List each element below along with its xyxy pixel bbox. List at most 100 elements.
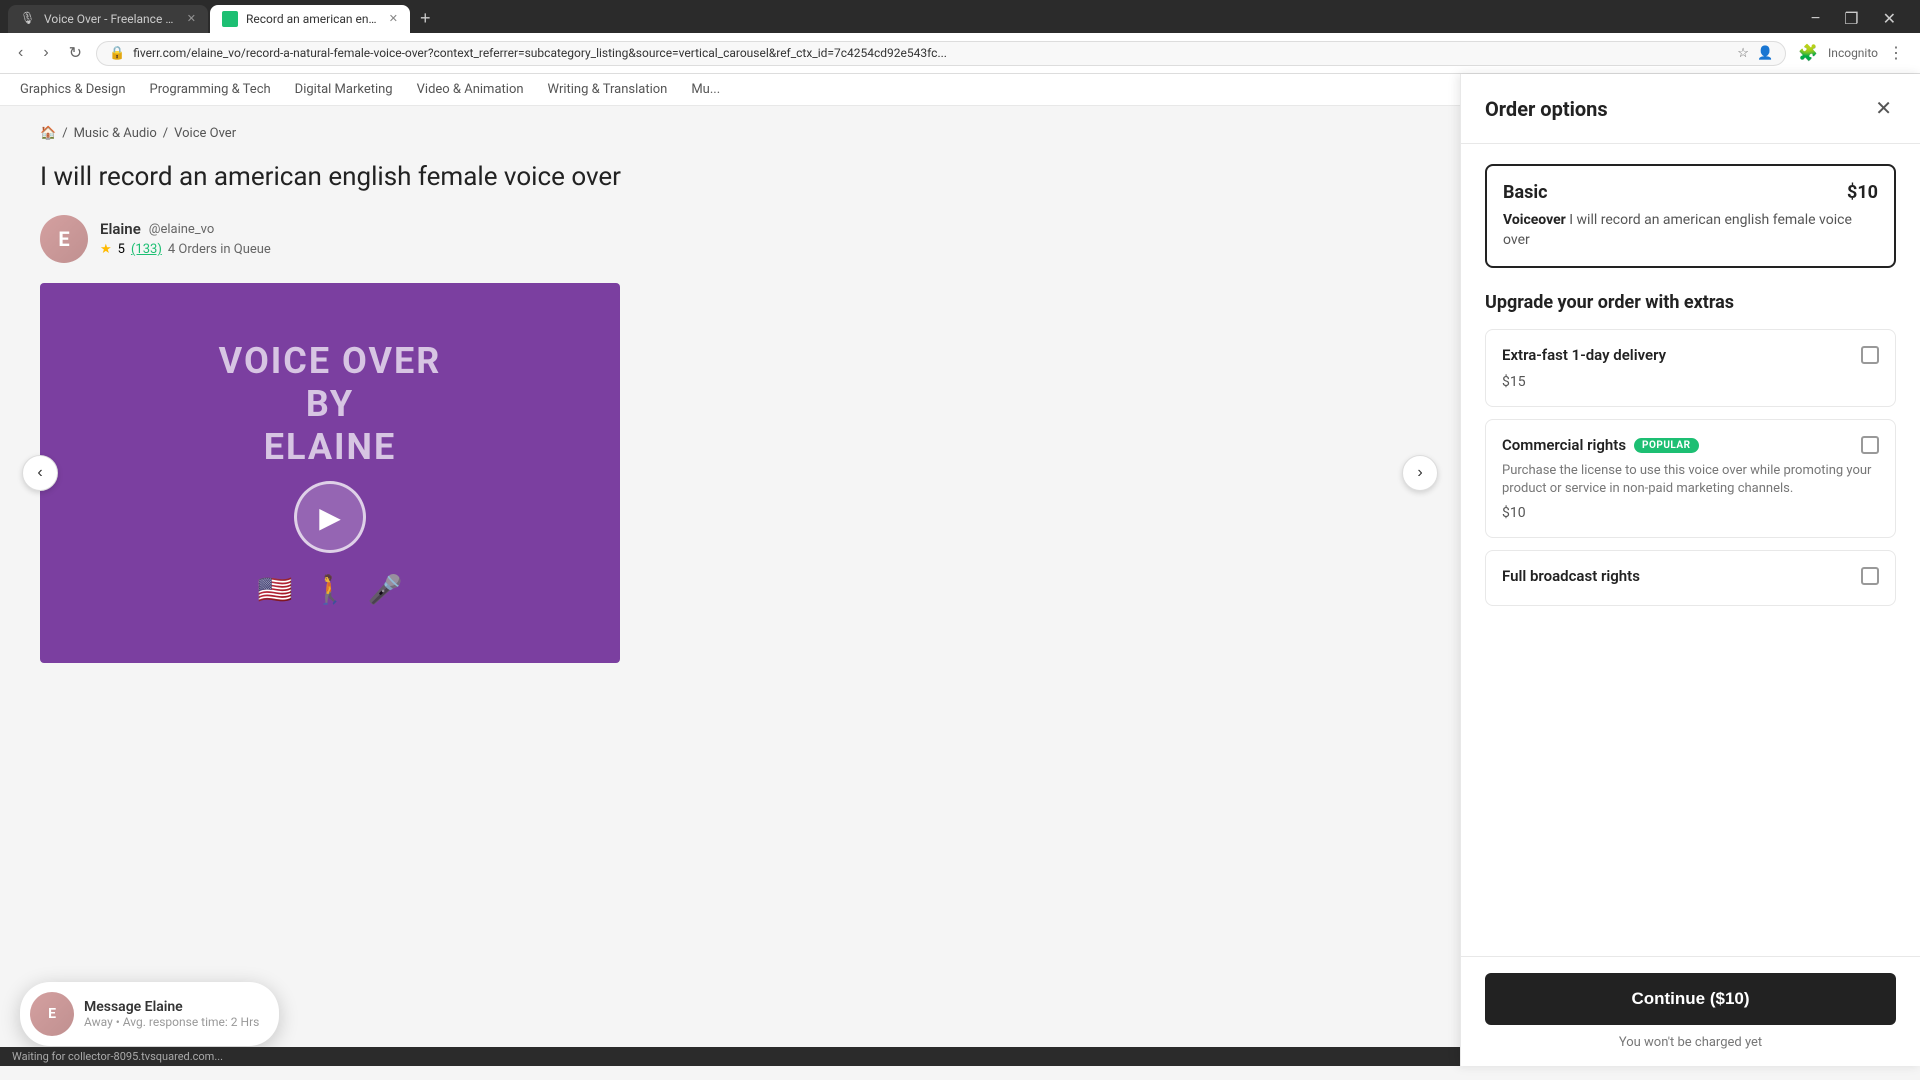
nav-graphics-design[interactable]: Graphics & Design <box>20 82 126 97</box>
left-content: Graphics & Design Programming & Tech Dig… <box>0 74 1460 1066</box>
panel-header: Order options ✕ <box>1461 74 1920 144</box>
carousel-next-button[interactable]: › <box>1402 455 1438 491</box>
incognito-label: Incognito <box>1828 39 1878 67</box>
microphone-icon: 🎤 <box>367 573 402 606</box>
tab-2-favicon <box>222 11 238 27</box>
address-bar[interactable]: 🔒 fiverr.com/elaine_vo/record-a-natural-… <box>96 41 1786 66</box>
breadcrumb-sep-1: / <box>62 126 67 141</box>
carousel-container: ‹ VOICE OVER BY ELAINE ▶ 🇺🇸 🚶 🎤 › <box>40 283 1420 663</box>
package-description: Voiceover I will record an american engl… <box>1503 211 1878 250</box>
extra-broadcast-rights-checkbox[interactable] <box>1861 567 1879 585</box>
tab-1-close[interactable]: ✕ <box>187 12 196 25</box>
bookmark-icon[interactable]: ☆ <box>1737 46 1749 61</box>
extra-fast-delivery-checkbox[interactable] <box>1861 346 1879 364</box>
seller-rating: ★ 5 (133) 4 Orders in Queue <box>100 242 271 257</box>
no-charge-text: You won't be charged yet <box>1485 1035 1896 1050</box>
breadcrumb: 🏠 / Music & Audio / Voice Over <box>40 126 1420 141</box>
message-bubble[interactable]: E Message Elaine Away • Avg. response ti… <box>20 982 279 1046</box>
avatar: E <box>40 215 88 263</box>
package-header: Basic $10 <box>1503 182 1878 203</box>
breadcrumb-home[interactable]: 🏠 <box>40 126 56 141</box>
toolbar-actions: 🧩 Incognito ⋮ <box>1794 39 1908 67</box>
panel-footer: Continue ($10) You won't be charged yet <box>1461 956 1920 1066</box>
status-bar: Waiting for collector-8095.tvsquared.com… <box>0 1047 1460 1066</box>
panel-body: Basic $10 Voiceover I will record an ame… <box>1461 144 1920 956</box>
message-label: Message Elaine <box>84 999 259 1015</box>
site-navigation: Graphics & Design Programming & Tech Dig… <box>0 74 1460 106</box>
page-title: I will record an american english female… <box>40 161 1420 195</box>
tab-2[interactable]: Record an american english fe... ✕ <box>210 5 410 33</box>
profile-icon[interactable]: 👤 <box>1757 46 1773 61</box>
content-area: 🏠 / Music & Audio / Voice Over I will re… <box>0 106 1460 683</box>
tab-1-title: Voice Over - Freelance Voice A... <box>44 12 175 26</box>
refresh-button[interactable]: ↻ <box>63 39 88 67</box>
address-text: fiverr.com/elaine_vo/record-a-natural-fe… <box>133 46 1729 60</box>
extra-commercial-rights-name: Commercial rights POPULAR <box>1502 436 1699 454</box>
close-button[interactable]: ✕ <box>1879 5 1900 33</box>
panel-title: Order options <box>1485 97 1608 121</box>
nav-digital-marketing[interactable]: Digital Marketing <box>295 82 393 97</box>
seller-name[interactable]: Elaine <box>100 220 141 238</box>
extra-commercial-rights-checkbox[interactable] <box>1861 436 1879 454</box>
orders-queue: 4 Orders in Queue <box>168 242 271 257</box>
browser-tabs: 🎙 Voice Over - Freelance Voice A... ✕ Re… <box>0 0 1920 33</box>
extra-broadcast-rights: Full broadcast rights <box>1485 550 1896 606</box>
nav-programming-tech[interactable]: Programming & Tech <box>150 82 271 97</box>
minimize-button[interactable]: − <box>1807 6 1824 32</box>
star-icon: ★ <box>100 242 112 257</box>
extras-title: Upgrade your order with extras <box>1485 292 1896 313</box>
popular-badge: POPULAR <box>1634 438 1699 453</box>
extra-broadcast-rights-header: Full broadcast rights <box>1502 567 1879 585</box>
breadcrumb-sep-2: / <box>163 126 168 141</box>
browser-toolbar: ‹ › ↻ 🔒 fiverr.com/elaine_vo/record-a-na… <box>0 33 1920 74</box>
seller-details: Elaine @elaine_vo ★ 5 (133) 4 Orders in … <box>100 220 271 257</box>
seller-info: E Elaine @elaine_vo ★ 5 (133) 4 Orders i… <box>40 215 1420 263</box>
extra-commercial-rights-header: Commercial rights POPULAR <box>1502 436 1879 454</box>
extra-commercial-rights-desc: Purchase the license to use this voice o… <box>1502 462 1879 498</box>
menu-button[interactable]: ⋮ <box>1884 39 1908 67</box>
person-icon: 🚶 <box>313 573 348 606</box>
package-card[interactable]: Basic $10 Voiceover I will record an ame… <box>1485 164 1896 268</box>
tab-2-close[interactable]: ✕ <box>389 12 398 25</box>
flag-icon: 🇺🇸 <box>258 573 293 606</box>
message-info: Message Elaine Away • Avg. response time… <box>84 999 259 1029</box>
continue-button[interactable]: Continue ($10) <box>1485 973 1896 1025</box>
media-icons: 🇺🇸 🚶 🎤 <box>258 573 403 606</box>
browser-chrome: 🎙 Voice Over - Freelance Voice A... ✕ Re… <box>0 0 1920 74</box>
lock-icon: 🔒 <box>109 46 125 61</box>
new-tab-button[interactable]: + <box>412 4 439 33</box>
tab-2-title: Record an american english fe... <box>246 12 377 26</box>
order-panel: Order options ✕ Basic $10 Voiceover I wi… <box>1460 74 1920 1066</box>
extra-fast-delivery-header: Extra-fast 1-day delivery <box>1502 346 1879 364</box>
tab-1[interactable]: 🎙 Voice Over - Freelance Voice A... ✕ <box>8 5 208 33</box>
breadcrumb-music-audio[interactable]: Music & Audio <box>74 126 157 141</box>
maximize-button[interactable]: ❐ <box>1840 5 1862 33</box>
extra-broadcast-rights-name: Full broadcast rights <box>1502 567 1640 585</box>
extra-fast-delivery: Extra-fast 1-day delivery $15 <box>1485 329 1896 407</box>
media-text-line2: BY <box>306 383 354 426</box>
carousel-prev-button[interactable]: ‹ <box>22 455 58 491</box>
nav-video-animation[interactable]: Video & Animation <box>417 82 524 97</box>
play-button[interactable]: ▶ <box>294 481 366 553</box>
extensions-button[interactable]: 🧩 <box>1794 39 1822 67</box>
package-price: $10 <box>1847 182 1878 203</box>
address-icons: ☆ 👤 <box>1737 46 1773 61</box>
extra-commercial-rights: Commercial rights POPULAR Purchase the l… <box>1485 419 1896 537</box>
package-name: Basic <box>1503 182 1548 203</box>
nav-more[interactable]: Mu... <box>691 82 720 97</box>
message-avatar: E <box>30 992 74 1036</box>
extra-commercial-rights-price: $10 <box>1502 505 1879 521</box>
avatar-placeholder: E <box>40 215 88 263</box>
package-desc-bold: Voiceover <box>1503 212 1566 228</box>
panel-close-button[interactable]: ✕ <box>1871 92 1896 125</box>
nav-writing-translation[interactable]: Writing & Translation <box>548 82 668 97</box>
media-slide: VOICE OVER BY ELAINE ▶ 🇺🇸 🚶 🎤 <box>40 283 620 663</box>
media-text-line3: ELAINE <box>264 426 396 469</box>
rating-count[interactable]: (133) <box>131 242 162 257</box>
forward-button[interactable]: › <box>37 40 54 66</box>
main-layout: Graphics & Design Programming & Tech Dig… <box>0 74 1920 1066</box>
seller-handle: @elaine_vo <box>149 222 215 237</box>
extra-fast-delivery-price: $15 <box>1502 374 1879 390</box>
back-button[interactable]: ‹ <box>12 40 29 66</box>
tab-1-favicon: 🎙 <box>20 11 36 27</box>
